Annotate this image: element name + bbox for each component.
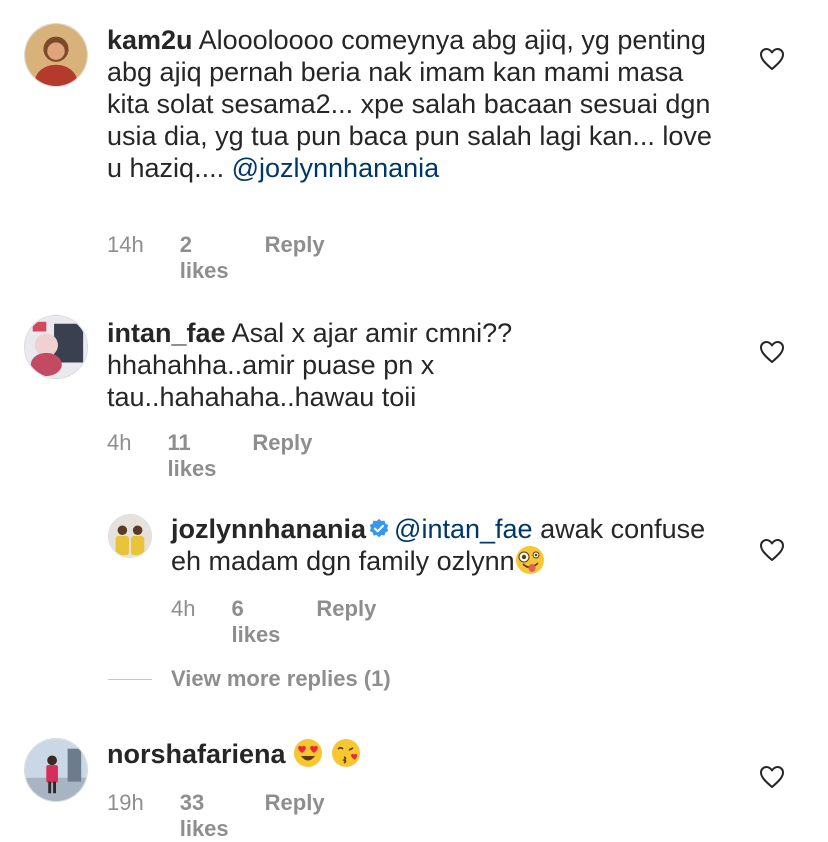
comment-meta: 14h 2 likes Reply [107,232,361,284]
view-more-divider [108,679,152,680]
comment-meta: 4h 6 likes Reply [171,596,412,648]
comment-mention[interactable]: @intan_fae [394,514,533,544]
heart-outline-icon[interactable] [759,538,785,562]
comment-likes[interactable]: 2 likes [180,232,229,284]
comment-time: 14h [107,232,144,257]
comment-time: 4h [171,596,196,621]
comment-time: 19h [107,790,144,815]
comment-body: jozlynnhanania @intan_fae awak confuse eh… [171,513,711,577]
view-more-replies-button[interactable]: View more replies (1) [171,666,391,692]
reply-button[interactable]: Reply [316,596,376,648]
reply-button[interactable]: Reply [252,430,312,482]
comment-username[interactable]: jozlynnhanania [171,514,366,544]
kissing-face-emoji [331,739,360,767]
avatar[interactable] [108,514,152,558]
comment-body: intan_fae Asal x ajar amir cmni?? hhahah… [107,317,557,413]
avatar[interactable] [24,738,88,802]
comment-body: norshafariena [107,738,707,770]
comment-likes[interactable]: 11 likes [167,430,216,482]
reply-button[interactable]: Reply [265,232,325,284]
comment-mention[interactable]: @jozlynnhanania [232,153,440,183]
comment-likes[interactable]: 33 likes [180,790,229,842]
heart-eyes-emoji [294,739,323,767]
heart-outline-icon[interactable] [759,340,785,364]
heart-outline-icon[interactable] [759,765,785,789]
comment-username[interactable]: norshafariena [107,739,286,769]
avatar[interactable] [24,23,88,87]
reply-button[interactable]: Reply [265,790,325,842]
comment-time: 4h [107,430,132,455]
comment-meta: 19h 33 likes Reply [107,790,361,842]
comment-likes[interactable]: 6 likes [231,596,280,648]
comment-username[interactable]: kam2u [107,25,193,55]
comment-body: kam2u Aloooloooo comeynya abg ajiq, yg p… [107,24,727,184]
verified-badge-icon [369,518,389,538]
comment-meta: 4h 11 likes Reply [107,430,348,482]
zany-face-emoji [515,546,544,574]
heart-outline-icon[interactable] [759,47,785,71]
avatar[interactable] [24,315,88,379]
comment-username[interactable]: intan_fae [107,318,226,348]
